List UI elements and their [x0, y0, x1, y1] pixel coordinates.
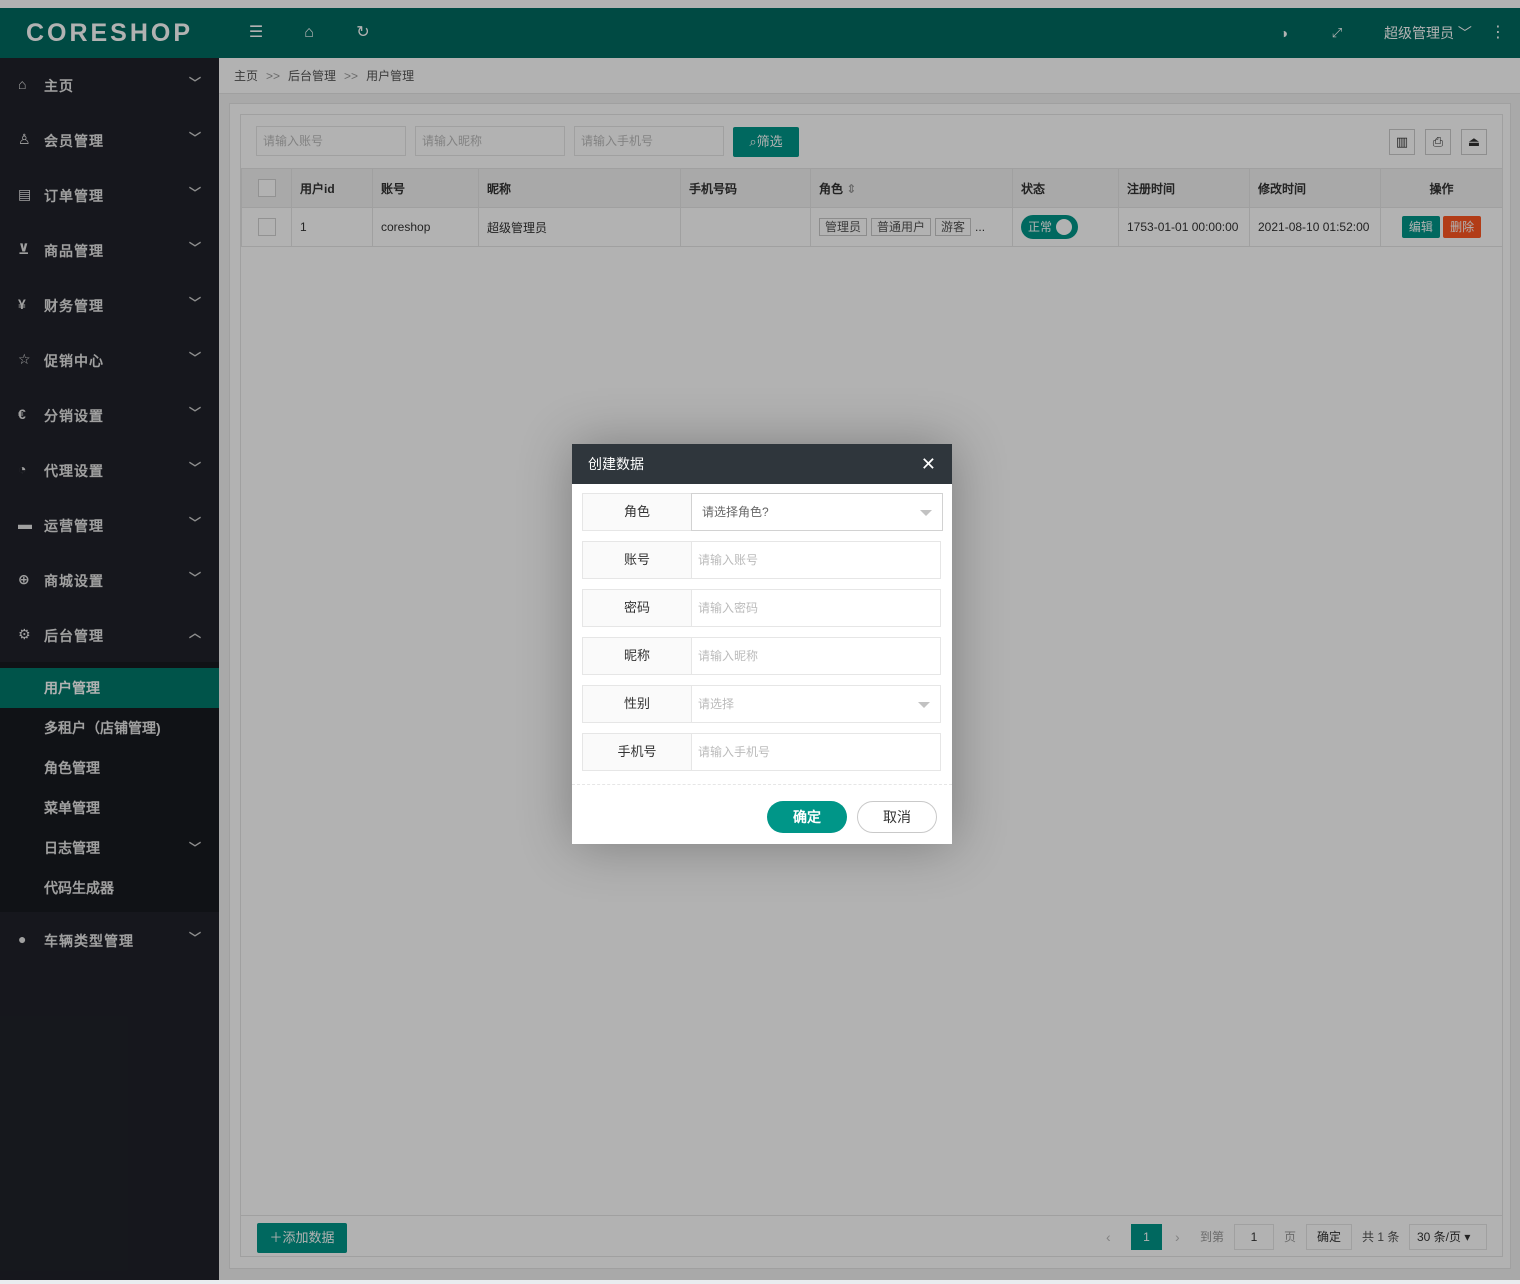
dropdown-caret-icon [918, 702, 930, 708]
close-icon[interactable]: ✕ [921, 444, 936, 484]
cancel-button[interactable]: 取消 [857, 801, 937, 833]
dropdown-caret-icon [920, 510, 932, 516]
role-label: 角色 [582, 493, 692, 531]
role-select-placeholder: 请选择角色? [702, 505, 769, 519]
window-bottom-strip [0, 1280, 1520, 1284]
modal-header: 创建数据 ✕ [572, 444, 952, 484]
form-row-account: 账号 请输入账号 [582, 541, 942, 579]
nickname-field[interactable]: 请输入昵称 [691, 637, 941, 675]
account-field[interactable]: 请输入账号 [691, 541, 941, 579]
gender-label: 性别 [582, 685, 692, 723]
form-row-gender: 性别 请选择 [582, 685, 942, 723]
gender-select-placeholder: 请选择 [698, 697, 735, 711]
form-row-nickname: 昵称 请输入昵称 [582, 637, 942, 675]
modal-divider [572, 784, 952, 785]
nickname-label: 昵称 [582, 637, 692, 675]
form-row-role: 角色 请选择角色? [582, 493, 943, 531]
confirm-button[interactable]: 确定 [767, 801, 847, 833]
modal-title: 创建数据 [588, 456, 644, 472]
account-label: 账号 [582, 541, 692, 579]
password-field[interactable]: 请输入密码 [691, 589, 941, 627]
phone-field[interactable]: 请输入手机号 [691, 733, 941, 771]
form-row-password: 密码 请输入密码 [582, 589, 942, 627]
form-row-phone: 手机号 请输入手机号 [582, 733, 942, 771]
phone-label: 手机号 [582, 733, 692, 771]
create-data-modal: 创建数据 ✕ 角色 请选择角色? 账号 请输入账号 密码 请输入密码 昵称 请输… [572, 444, 952, 844]
password-label: 密码 [582, 589, 692, 627]
gender-select[interactable]: 请选择 [691, 685, 941, 723]
role-select[interactable]: 请选择角色? [691, 493, 943, 531]
